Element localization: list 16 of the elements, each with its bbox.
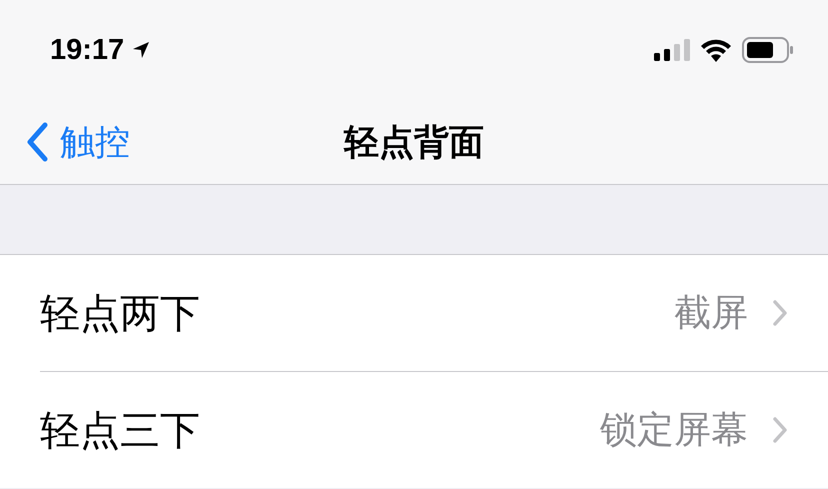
chevron-right-icon <box>772 299 788 327</box>
back-button[interactable]: 触控 <box>26 118 130 166</box>
chevron-right-icon <box>772 416 788 444</box>
settings-row[interactable]: 轻点三下 锁定屏幕 <box>40 371 828 488</box>
chevron-left-icon <box>26 122 48 162</box>
row-value: 锁定屏幕 <box>600 407 748 453</box>
page-title: 轻点背面 <box>344 122 484 162</box>
status-time: 19:17 <box>50 34 124 66</box>
wifi-icon <box>700 38 732 62</box>
row-label: 轻点三下 <box>40 406 200 456</box>
battery-icon <box>742 37 794 63</box>
row-label: 轻点两下 <box>40 290 200 338</box>
signal-icon <box>654 39 690 61</box>
location-arrow-icon <box>132 41 150 59</box>
row-value: 截屏 <box>674 290 748 336</box>
settings-row[interactable]: 轻点两下 截屏 <box>0 255 828 371</box>
